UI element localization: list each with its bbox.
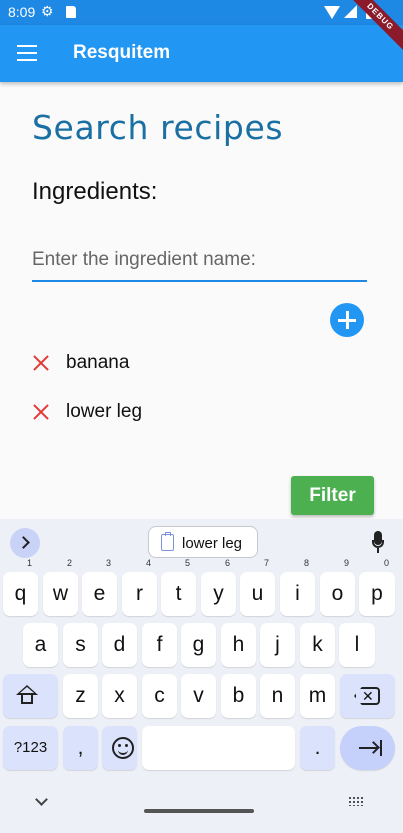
clipboard-suggestion[interactable]: lower leg — [148, 526, 258, 558]
backspace-key[interactable]: ✕ — [340, 674, 395, 718]
app-title: Resquitem — [73, 42, 171, 63]
close-icon[interactable] — [32, 403, 50, 421]
key-x[interactable]: x — [102, 674, 137, 718]
key-z[interactable]: z — [63, 674, 98, 718]
gesture-handle[interactable] — [144, 809, 254, 813]
key-n[interactable]: n — [260, 674, 295, 718]
gear-icon: ⚙ — [41, 3, 54, 19]
ingredient-input[interactable] — [32, 240, 367, 282]
comma-key[interactable]: , — [63, 726, 98, 770]
key-y[interactable]: y6 — [201, 559, 236, 616]
ingredients-label: Ingredients: — [32, 178, 158, 205]
key-p[interactable]: p0 — [359, 559, 395, 616]
key-o[interactable]: o9 — [320, 559, 355, 616]
key-f[interactable]: f — [142, 623, 177, 667]
suggestion-text: lower leg — [182, 535, 243, 552]
page-title: Search recipes — [32, 108, 284, 147]
soft-keyboard: lower leg q1 w2 e3 r4 t5 y6 u7 i8 o9 p0 … — [0, 519, 403, 833]
key-e[interactable]: e3 — [82, 559, 117, 616]
key-a[interactable]: a — [23, 623, 58, 667]
key-i[interactable]: i8 — [280, 559, 315, 616]
ingredient-label: banana — [66, 352, 130, 373]
clipboard-icon — [161, 532, 174, 551]
shift-icon — [16, 685, 38, 695]
sd-card-icon — [66, 6, 76, 18]
key-h[interactable]: h — [221, 623, 256, 667]
add-ingredient-button[interactable] — [330, 303, 364, 337]
enter-key[interactable] — [340, 726, 395, 770]
symbols-key[interactable]: ?123 — [3, 726, 58, 770]
key-r[interactable]: r4 — [122, 559, 157, 616]
key-l[interactable]: l — [339, 623, 375, 667]
emoji-key[interactable] — [102, 726, 137, 770]
status-bar: 8:09 ⚙ — [0, 0, 403, 25]
space-key[interactable] — [142, 726, 295, 770]
key-j[interactable]: j — [260, 623, 295, 667]
shift-key[interactable] — [3, 674, 58, 718]
key-s[interactable]: s — [63, 623, 98, 667]
app-bar: Resquitem — [0, 25, 403, 82]
key-v[interactable]: v — [181, 674, 216, 718]
expand-toolbar-icon[interactable] — [10, 528, 40, 558]
keyboard-switch-icon[interactable] — [348, 796, 364, 806]
filter-button[interactable]: Filter — [291, 476, 374, 515]
key-d[interactable]: d — [102, 623, 137, 667]
wifi-icon — [324, 6, 340, 19]
status-time: 8:09 — [8, 4, 36, 20]
signal-icon — [344, 5, 357, 18]
key-u[interactable]: u7 — [240, 559, 275, 616]
key-c[interactable]: c — [142, 674, 177, 718]
key-g[interactable]: g — [181, 623, 216, 667]
ingredient-item: lower leg — [32, 399, 332, 429]
key-b[interactable]: b — [221, 674, 256, 718]
microphone-icon[interactable] — [372, 531, 384, 555]
menu-icon[interactable] — [17, 45, 37, 61]
close-icon[interactable] — [32, 354, 50, 372]
key-k[interactable]: k — [300, 623, 335, 667]
ingredient-label: lower leg — [66, 401, 143, 422]
chevron-down-icon[interactable] — [35, 793, 48, 806]
key-t[interactable]: t5 — [161, 559, 196, 616]
period-key[interactable]: . — [300, 726, 335, 770]
key-w[interactable]: w2 — [43, 559, 78, 616]
ingredient-item: banana — [32, 350, 332, 380]
emoji-icon — [112, 737, 134, 759]
enter-arrow-icon — [359, 740, 382, 756]
key-m[interactable]: m — [300, 674, 335, 718]
key-q[interactable]: q1 — [3, 559, 38, 616]
